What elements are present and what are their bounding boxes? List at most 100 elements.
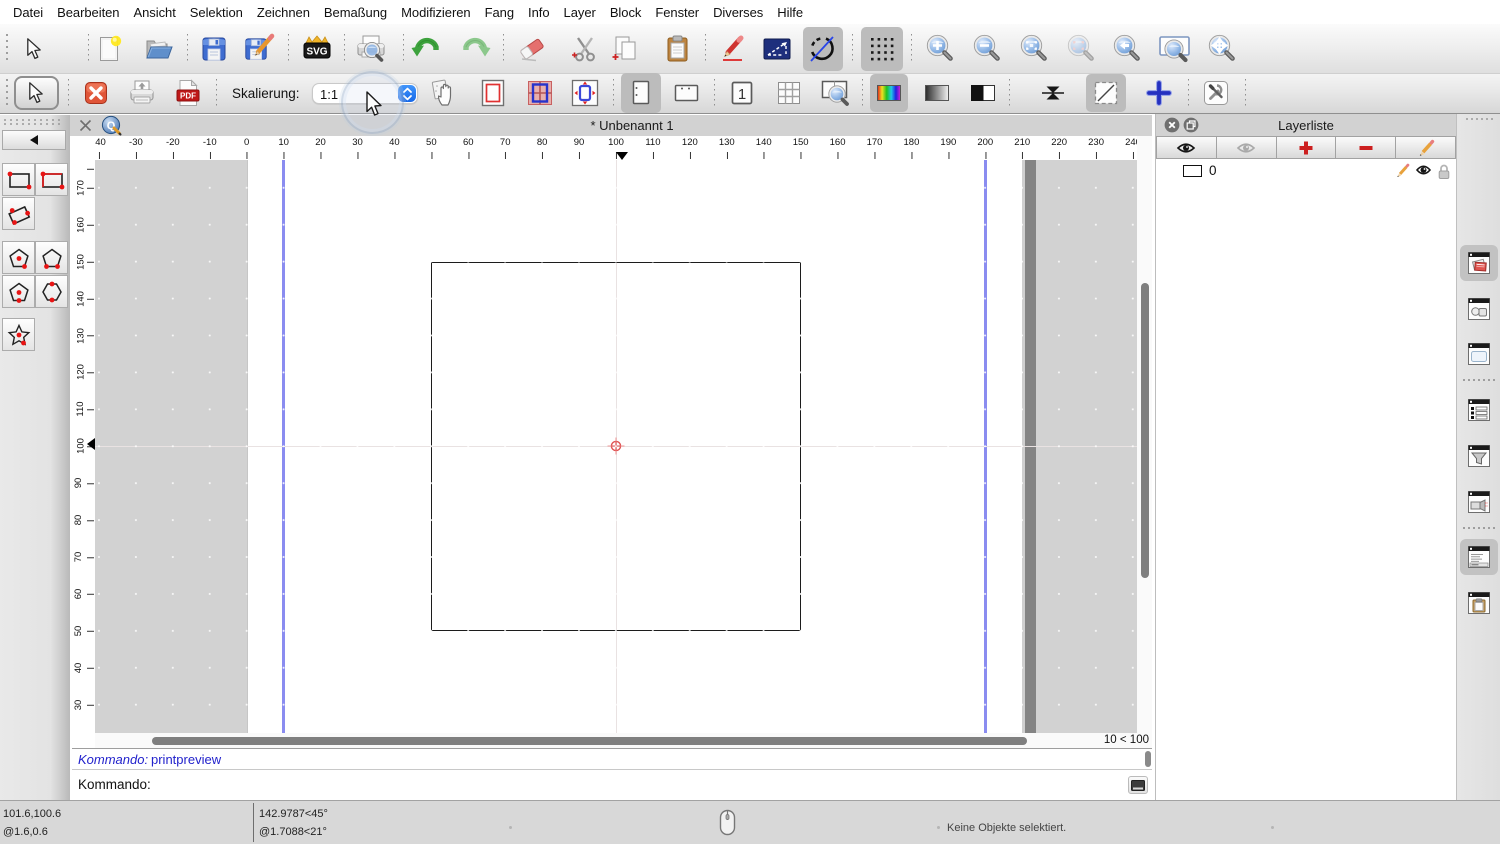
tool-polygon-center-vertex[interactable] — [2, 241, 35, 274]
fit-page-button[interactable] — [816, 75, 856, 111]
command-toggle-button[interactable] — [1128, 776, 1148, 794]
auto-fit-button[interactable] — [566, 75, 604, 111]
paper-borders-button[interactable] — [474, 75, 512, 111]
toggle-property-list-panel[interactable] — [1463, 392, 1495, 428]
pdf-export-button[interactable]: PDF — [170, 75, 206, 111]
grid-dots-button[interactable] — [860, 27, 903, 71]
ruler-pointer-icon — [615, 152, 628, 160]
tool-polygon-center-side[interactable] — [2, 275, 35, 308]
command-line[interactable]: Kommando: — [72, 771, 1152, 799]
landscape-icon — [674, 84, 698, 102]
portrait-button[interactable] — [620, 73, 661, 113]
zoom-window-button[interactable] — [1155, 27, 1195, 71]
toggle-block-list-panel[interactable] — [1463, 291, 1495, 327]
toolbox-button[interactable] — [1197, 75, 1235, 111]
drawing-canvas[interactable] — [95, 160, 1137, 733]
pointer-button[interactable] — [15, 27, 55, 71]
hide-all-layers-button[interactable] — [1216, 136, 1277, 159]
edit-layer-button[interactable] — [1396, 136, 1456, 159]
zoom-pan-button[interactable] — [1202, 27, 1242, 71]
scrollbar-thumb[interactable] — [152, 736, 1027, 745]
pointer-toggle-button[interactable] — [14, 76, 59, 110]
panel-drag-handle[interactable] — [0, 119, 66, 126]
cut-button[interactable] — [565, 27, 605, 71]
layer-row[interactable]: 0 — [1156, 161, 1456, 182]
restrict-orthogonal-button[interactable] — [757, 27, 797, 71]
zoom-previous-button[interactable] — [1107, 27, 1147, 71]
full-color-button[interactable] — [870, 74, 909, 112]
menu-item[interactable]: Diverses — [706, 5, 770, 20]
vertical-scrollbar[interactable] — [1137, 136, 1152, 733]
hairline-button[interactable] — [1034, 75, 1072, 111]
toolbar-handle[interactable] — [6, 79, 8, 107]
menu-item[interactable]: Hilfe — [770, 5, 810, 20]
zoom-in-button[interactable] — [920, 27, 960, 71]
copy-button[interactable] — [606, 27, 646, 71]
toggle-layer-list-panel[interactable] — [1460, 245, 1498, 281]
draw-pen-button[interactable] — [713, 27, 753, 71]
zoom-out-button[interactable] — [967, 27, 1007, 71]
menu-item[interactable]: Modifizieren — [394, 5, 478, 20]
redo-button[interactable] — [455, 27, 495, 71]
scrollbar-thumb[interactable] — [1140, 283, 1149, 578]
tool-polygon-2-vertices[interactable] — [35, 241, 68, 274]
menu-item[interactable]: Fang — [478, 5, 521, 20]
print-preview-button[interactable] — [351, 27, 391, 71]
eraser-button[interactable] — [512, 27, 552, 71]
toggle-view-list-panel[interactable] — [1463, 336, 1495, 372]
menu-item[interactable]: Ansicht — [127, 5, 183, 20]
drawing-bounds-button[interactable] — [1086, 74, 1126, 112]
new-document-button[interactable] — [91, 27, 131, 71]
menu-item[interactable]: Layer — [557, 5, 603, 20]
page-tiling-button[interactable] — [521, 75, 559, 111]
undo-button[interactable] — [407, 27, 447, 71]
tool-rectangle-3-points[interactable] — [2, 197, 35, 230]
layer-color-swatch[interactable] — [1183, 165, 1202, 177]
black-white-button[interactable] — [964, 75, 1002, 111]
menu-item[interactable]: Selektion — [183, 5, 250, 20]
toggle-clipboard-panel[interactable] — [1463, 585, 1495, 621]
open-file-button[interactable] — [139, 27, 179, 71]
toggle-command-line-panel[interactable] — [1460, 539, 1498, 575]
toolbar-handle[interactable] — [6, 34, 8, 64]
menu-item[interactable]: Bearbeiten — [50, 5, 126, 20]
dock-drag-handle[interactable] — [1461, 118, 1497, 124]
grayscale-button[interactable] — [918, 75, 956, 111]
zoom-auto-button[interactable] — [1014, 27, 1054, 71]
toggle-selection-filter-panel[interactable] — [1463, 438, 1495, 474]
remove-layer-button[interactable] — [1336, 136, 1397, 159]
back-button[interactable] — [2, 130, 66, 150]
add-layer-button[interactable] — [1276, 136, 1337, 159]
save-button[interactable] — [194, 27, 234, 71]
toggle-library-browser-panel[interactable] — [1463, 484, 1495, 520]
menu-item[interactable]: Zeichnen — [250, 5, 317, 20]
menu-item[interactable]: Bemaßung — [317, 5, 394, 20]
menu-item[interactable]: Datei — [13, 5, 50, 20]
show-all-layers-button[interactable] — [1156, 136, 1217, 159]
history-scrollbar[interactable] — [1145, 751, 1151, 767]
menu-item[interactable]: Info — [521, 5, 556, 20]
ruler-label: 150 — [792, 137, 809, 148]
horizontal-scrollbar[interactable]: 10 < 100 — [95, 733, 1152, 748]
multi-page-button[interactable] — [770, 75, 808, 111]
landscape-button[interactable] — [666, 73, 706, 113]
tool-rectangle-2-points[interactable] — [2, 163, 35, 196]
command-input[interactable] — [156, 777, 1122, 795]
center-mark-button[interactable] — [1140, 75, 1178, 111]
save-as-button[interactable] — [240, 27, 280, 71]
paste-button[interactable] — [658, 27, 698, 71]
tool-rectangle-corner-size[interactable] — [35, 163, 68, 196]
svg-export-button[interactable]: SVG — [297, 27, 337, 71]
menu-item[interactable]: Block — [603, 5, 649, 20]
zoom-selection-button[interactable] — [1061, 27, 1101, 71]
polygon-2-vertices-icon — [41, 248, 62, 269]
move-paper-button[interactable] — [426, 75, 464, 111]
document-close-icon[interactable] — [78, 118, 93, 138]
single-page-button[interactable]: 1 — [723, 75, 761, 111]
close-print-preview-button[interactable] — [79, 76, 113, 110]
print-button[interactable] — [122, 75, 162, 111]
tool-polygon-side-side[interactable] — [35, 275, 68, 308]
menu-item[interactable]: Fenster — [648, 5, 706, 20]
linetype-circle-button[interactable] — [803, 27, 843, 71]
tool-star[interactable] — [2, 318, 35, 351]
